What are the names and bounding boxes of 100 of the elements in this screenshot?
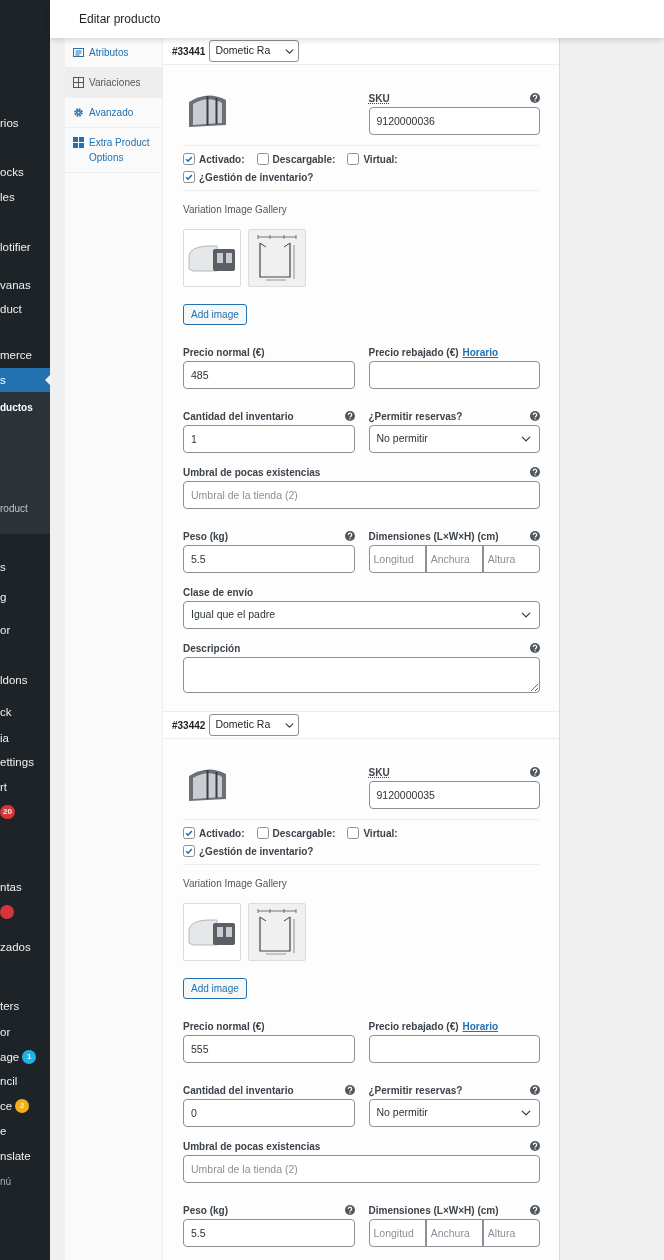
menu-item[interactable]: ce (0, 1094, 13, 1118)
schedule-link[interactable]: Horario (462, 344, 499, 360)
dimension-field[interactable]: Longitud (368, 545, 426, 573)
gallery-label: Variation Image Gallery (183, 877, 288, 891)
attribute-select[interactable]: Dometic Ra (209, 40, 300, 62)
product-tab[interactable]: Avanzado (65, 98, 162, 128)
checkbox[interactable] (183, 153, 195, 165)
backorders-select[interactable]: No permitir (368, 1099, 540, 1127)
stock-field[interactable]: 0 (183, 1099, 355, 1127)
menu-item[interactable]: age (0, 1045, 20, 1069)
dimension-field[interactable]: Anchura (425, 1219, 483, 1247)
menu-item[interactable]: ocks (0, 160, 50, 184)
checkbox-label: ¿Gestión de inventario? (199, 170, 314, 185)
gallery-label: Variation Image Gallery (183, 203, 288, 217)
count-badge: 1 (22, 1050, 37, 1064)
four-squares-icon (73, 137, 84, 148)
gallery-thumbnail[interactable] (248, 229, 306, 287)
price-field[interactable]: 485 (183, 361, 355, 389)
checkbox-label: Activado: (199, 152, 245, 167)
menu-item[interactable]: s (0, 555, 50, 579)
variation-id: #33442 (172, 718, 206, 733)
checkbox[interactable] (256, 827, 269, 839)
field-label: SKU (368, 91, 390, 106)
field-label: Precio normal (€) (183, 1019, 265, 1034)
menu-item[interactable]: rt (0, 775, 50, 799)
menu-item[interactable]: ductos (0, 396, 50, 420)
gallery-thumbnail[interactable] (183, 229, 241, 287)
dimension-field[interactable]: Anchura (425, 545, 483, 573)
weight-field[interactable]: 5.5 (183, 545, 355, 573)
attribute-select[interactable]: Dometic Ra (209, 714, 300, 736)
low-stock-field[interactable]: Umbral de la tienda (2) (183, 1155, 540, 1183)
menu-item[interactable]: rios (0, 111, 50, 135)
checkbox[interactable] (347, 153, 360, 165)
checkbox[interactable] (347, 827, 360, 839)
menu-item[interactable]: nú (0, 1170, 50, 1194)
menu-item[interactable]: zados (0, 935, 50, 959)
menu-item[interactable]: duct (0, 297, 50, 321)
weight-field[interactable]: 5.5 (183, 1219, 355, 1247)
field-label: Cantidad del inventario (183, 1083, 294, 1098)
checkbox[interactable] (183, 845, 195, 857)
list-icon (73, 47, 84, 58)
backorders-select[interactable]: No permitir (368, 425, 540, 453)
sku-field[interactable]: 9120000036 (368, 107, 540, 135)
menu-item[interactable]: ck (0, 700, 50, 724)
menu-item[interactable]: ettings (0, 750, 50, 774)
field-label: Dimensiones (L×W×H) (cm) (368, 529, 499, 544)
menu-item[interactable]: vanas (0, 273, 50, 297)
checkbox[interactable] (183, 171, 195, 183)
sku-field[interactable]: 9120000035 (368, 781, 540, 809)
field-label: ¿Permitir reservas? (368, 409, 463, 424)
shipping-class-select[interactable]: Igual que el padre (183, 601, 540, 629)
gallery-thumbnail[interactable] (248, 903, 306, 961)
checkbox-label: Virtual: (363, 826, 398, 841)
floor-plan-drawing (254, 907, 300, 957)
count-badge: 2 (15, 1099, 30, 1113)
dimension-field[interactable]: Altura (482, 545, 540, 573)
schedule-link[interactable]: Horario (462, 1018, 499, 1034)
checkbox-label: Descargable: (272, 826, 336, 841)
checkbox[interactable] (256, 153, 269, 165)
menu-item[interactable]: ldons (0, 668, 50, 692)
menu-item[interactable]: ncil (0, 1069, 50, 1093)
variation-id: #33441 (172, 44, 206, 59)
field-label: Precio rebajado (€) (368, 1019, 459, 1034)
price-field[interactable]: 555 (183, 1035, 355, 1063)
count-badge: 20 (0, 805, 15, 819)
menu-item[interactable]: s (0, 368, 50, 392)
dimension-field[interactable]: Longitud (368, 1219, 426, 1247)
menu-item[interactable]: ters (0, 994, 50, 1018)
add-image-button[interactable]: Add image (183, 978, 247, 999)
menu-item[interactable]: or (0, 1020, 50, 1044)
field-label: Precio rebajado (€) (368, 345, 459, 360)
menu-item[interactable]: or (0, 618, 50, 642)
field-label: Umbral de pocas existencias (183, 1139, 321, 1154)
checkbox-label: ¿Gestión de inventario? (199, 844, 314, 859)
gallery-thumbnail[interactable] (183, 903, 241, 961)
add-image-button[interactable]: Add image (183, 304, 247, 325)
menu-item[interactable]: roduct (0, 497, 50, 521)
description-field[interactable] (183, 657, 540, 693)
field-label: Clase de envío (183, 585, 254, 600)
menu-item[interactable]: nslate (0, 1144, 50, 1168)
menu-item[interactable]: merce (0, 343, 50, 367)
field-label: Peso (kg) (183, 529, 228, 544)
product-tab[interactable]: Variaciones (65, 68, 162, 98)
field-label: Dimensiones (L×W×H) (cm) (368, 1203, 499, 1218)
product-tab[interactable]: Extra Product Options (65, 128, 162, 173)
field-label: Precio normal (€) (183, 345, 265, 360)
menu-item[interactable]: g (0, 585, 50, 609)
menu-item[interactable]: e (0, 1119, 50, 1143)
sale-price-field[interactable] (368, 361, 540, 389)
sale-price-field[interactable] (368, 1035, 540, 1063)
dimension-field[interactable]: Altura (482, 1219, 540, 1247)
checkbox[interactable] (183, 827, 195, 839)
menu-item[interactable]: les (0, 185, 50, 209)
stock-field[interactable]: 1 (183, 425, 355, 453)
menu-item[interactable]: lotifier (0, 235, 50, 259)
menu-item[interactable]: ntas (0, 875, 50, 899)
low-stock-field[interactable]: Umbral de la tienda (2) (183, 481, 540, 509)
menu-item[interactable]: ia (0, 726, 50, 750)
checkbox-label: Virtual: (363, 152, 398, 167)
page-title: Editar producto (79, 11, 161, 28)
